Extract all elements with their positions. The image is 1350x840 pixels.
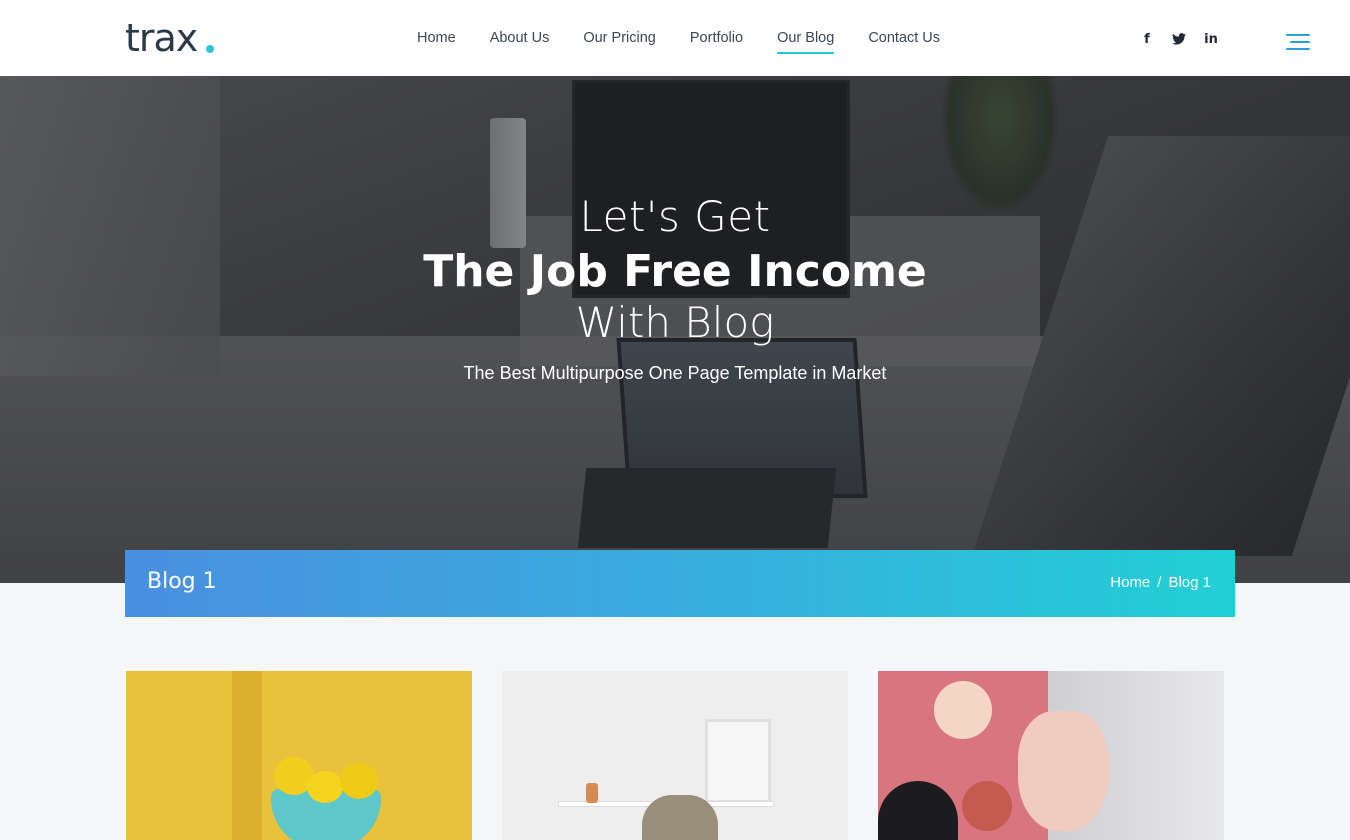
facebook-icon[interactable]: f [1136, 28, 1158, 50]
blog-card-image[interactable] [126, 671, 472, 840]
nav-our-pricing[interactable]: Our Pricing [583, 24, 656, 52]
breadcrumb-home[interactable]: Home [1110, 574, 1150, 591]
nav-about-us[interactable]: About Us [490, 24, 550, 52]
hero-title-line-3: With Blog [575, 298, 775, 347]
lemon [340, 763, 378, 799]
nav-portfolio[interactable]: Portfolio [690, 24, 743, 52]
menu-line [1290, 41, 1310, 43]
hero-subtitle: The Best Multipurpose One Page Template … [463, 363, 887, 383]
page-title: Blog 1 [147, 569, 217, 594]
nav-contact-us[interactable]: Contact Us [868, 24, 940, 52]
portrait-sweater [878, 781, 958, 840]
picture-frame [705, 719, 771, 803]
hamburger-menu-icon[interactable] [1284, 32, 1310, 52]
main-nav: Home About Us Our Pricing Portfolio Our … [400, 0, 957, 76]
yellow-wall-stripe [232, 671, 262, 840]
hero-title-line-1: Let's Get [579, 192, 771, 241]
social-links: f in [1136, 28, 1232, 50]
logo-dot [206, 45, 214, 53]
lemon [307, 771, 343, 803]
chair-back [642, 795, 718, 840]
plant-vase [586, 783, 598, 803]
breadcrumb-current: Blog 1 [1168, 574, 1211, 591]
nav-our-blog[interactable]: Our Blog [777, 24, 835, 54]
logo[interactable]: trax [125, 14, 198, 62]
site-header: trax Home About Us Our Pricing Portfolio… [0, 0, 1350, 76]
decor-ball [934, 681, 992, 739]
menu-line [1286, 34, 1310, 36]
twitter-icon[interactable] [1168, 28, 1190, 50]
linkedin-icon[interactable]: in [1200, 28, 1222, 50]
twitter-bird-glyph [1172, 33, 1186, 45]
breadcrumb-separator: / [1157, 574, 1162, 591]
decor-ball [962, 781, 1012, 831]
menu-line [1286, 48, 1310, 50]
hero-title-line-2: The Job Free Income [423, 246, 927, 297]
portrait-face [1018, 711, 1108, 831]
breadcrumb: Home / Blog 1 [1110, 574, 1211, 591]
page-title-bar: Blog 1 Home / Blog 1 [125, 550, 1235, 617]
hero-banner: Let's Get The Job Free Income With Blog … [0, 76, 1350, 583]
blog-card-image[interactable] [502, 671, 848, 840]
nav-home[interactable]: Home [417, 24, 456, 52]
blog-card-image[interactable] [878, 671, 1224, 840]
